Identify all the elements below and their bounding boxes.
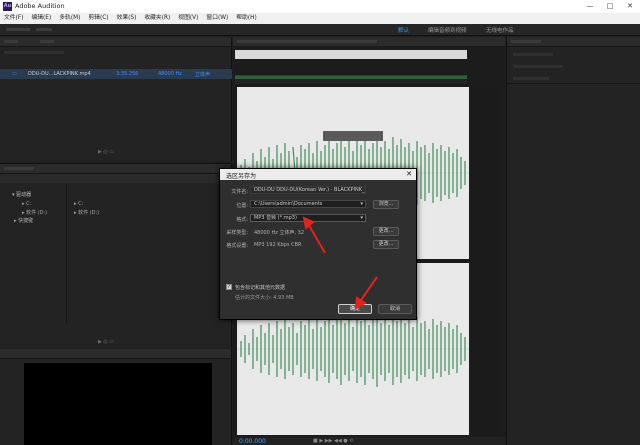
arrow-ok	[358, 276, 378, 304]
annotation-arrows	[302, 216, 378, 310]
arrow-ok-head	[354, 296, 367, 310]
arrow-format	[306, 221, 326, 254]
arrow-format-head	[302, 216, 315, 230]
